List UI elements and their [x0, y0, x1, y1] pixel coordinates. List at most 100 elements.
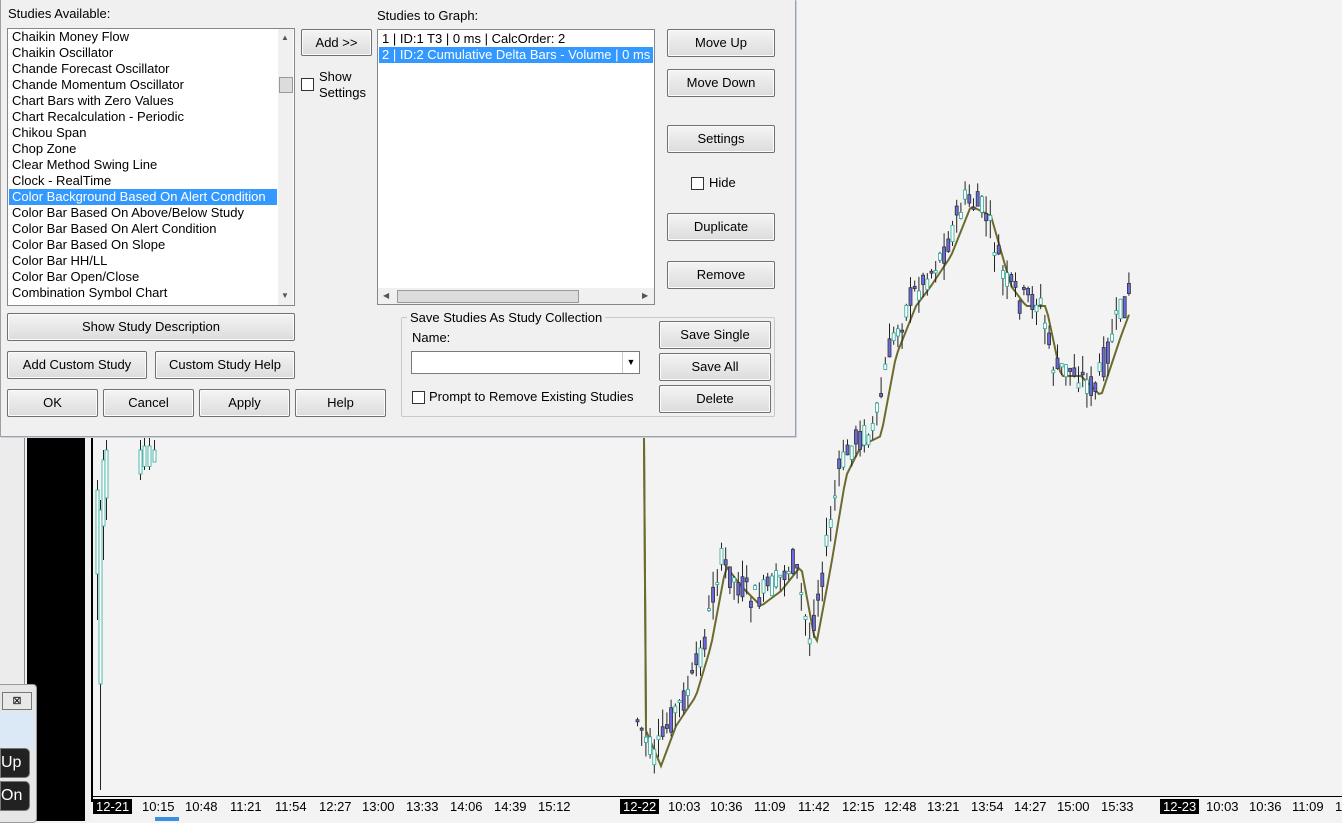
studies-to-graph-items: 1 | ID:1 T3 | 0 ms | CalcOrder: 22 | ID:…: [379, 31, 653, 63]
candle-body: [1118, 298, 1123, 320]
studies-to-graph-hscrollbar[interactable]: ◀ ▶: [378, 288, 654, 304]
candle-body: [971, 206, 976, 210]
cancel-button[interactable]: Cancel: [103, 389, 194, 417]
scroll-left-icon[interactable]: ◀: [383, 291, 389, 300]
candle-body: [1017, 300, 1022, 314]
add-custom-study-button[interactable]: Add Custom Study: [7, 351, 147, 379]
candle-body: [138, 449, 143, 475]
study-available-item[interactable]: Chande Momentum Oscillator: [9, 77, 277, 93]
candle-body: [749, 600, 753, 608]
study-available-item[interactable]: Color Bar Open/Close: [9, 269, 277, 285]
study-to-graph-item[interactable]: 1 | ID:1 T3 | 0 ms | CalcOrder: 2: [379, 31, 653, 47]
candle-body: [1076, 382, 1081, 389]
studies-to-graph-label: Studies to Graph:: [377, 8, 479, 23]
duplicate-button[interactable]: Duplicate: [667, 213, 775, 241]
studies-to-graph-list[interactable]: 1 | ID:1 T3 | 0 ms | CalcOrder: 22 | ID:…: [377, 29, 655, 305]
study-to-graph-item[interactable]: 2 | ID:2 Cumulative Delta Bars - Volume …: [379, 47, 653, 63]
scroll-thumb[interactable]: [279, 77, 293, 93]
candle-body: [1110, 333, 1114, 342]
candle-body: [959, 212, 963, 219]
close-icon[interactable]: ⊠: [2, 692, 32, 710]
candle-body: [669, 707, 673, 733]
scroll-right-icon[interactable]: ▶: [642, 291, 648, 300]
mini-up-button[interactable]: Up: [0, 748, 30, 778]
candle-body: [707, 608, 711, 612]
candle-body: [757, 597, 762, 607]
apply-button[interactable]: Apply: [199, 389, 290, 417]
studies-available-list[interactable]: Chaikin Money Flow Chaikin Oscillator Chan…: [7, 28, 295, 306]
candle-body: [975, 191, 980, 207]
hscroll-thumb[interactable]: [397, 290, 579, 303]
candle-body: [849, 445, 854, 460]
study-available-item[interactable]: Chande Forecast Oscillator: [9, 61, 277, 77]
scroll-up-icon[interactable]: ▲: [281, 33, 289, 42]
candle-body: [1026, 287, 1030, 296]
study-available-item[interactable]: Clear Method Swing Line: [9, 157, 277, 173]
settings-button[interactable]: Settings: [667, 125, 775, 153]
time-tick-label: 10:36: [1249, 799, 1282, 814]
candle-body: [1059, 363, 1064, 368]
studies-available-scrollbar[interactable]: ▲ ▼: [278, 29, 293, 305]
candle-body: [837, 458, 841, 469]
study-available-item[interactable]: Clock - RealTime: [9, 173, 277, 189]
time-tick-label: 11:09: [1292, 799, 1324, 814]
candle-body: [828, 519, 833, 528]
candle-body: [101, 459, 106, 527]
add-study-button[interactable]: Add >>: [301, 29, 372, 56]
candle-body: [104, 449, 109, 499]
candle-body: [950, 224, 955, 243]
remove-button[interactable]: Remove: [667, 261, 775, 289]
move-up-button[interactable]: Move Up: [667, 29, 775, 57]
delete-button[interactable]: Delete: [659, 385, 771, 413]
study-available-item[interactable]: Color Background Based On Alert Conditio…: [9, 189, 277, 205]
show-settings-checkbox[interactable]: [301, 78, 314, 91]
study-available-item[interactable]: Color Bar HH/LL: [9, 253, 277, 269]
save-collection-title: Save Studies As Study Collection: [407, 310, 606, 325]
study-available-item[interactable]: Color Bar Based On Above/Below Study: [9, 205, 277, 221]
candle-body: [95, 489, 100, 575]
candle-body: [891, 332, 896, 342]
candle-body: [719, 547, 724, 565]
candle-body: [786, 571, 791, 575]
collection-name-combobox[interactable]: ▼: [411, 351, 640, 374]
candle-body: [1030, 293, 1035, 310]
candle-body: [841, 451, 846, 468]
save-all-button[interactable]: Save All: [659, 353, 771, 381]
time-tick-label: 10:48: [185, 799, 218, 814]
time-tick-label: 14:39: [494, 799, 527, 814]
candle-body: [715, 582, 720, 585]
study-available-item[interactable]: Chikou Span: [9, 125, 277, 141]
date-tick-label: 12-23: [1160, 799, 1200, 814]
candle-body: [1038, 297, 1043, 305]
candle-body: [723, 559, 728, 566]
move-down-button[interactable]: Move Down: [667, 69, 775, 97]
mini-on-button[interactable]: On: [0, 781, 30, 811]
hide-checkbox[interactable]: [691, 177, 704, 190]
scroll-down-icon[interactable]: ▼: [281, 291, 289, 300]
time-axis-scroll-thumb[interactable]: [155, 817, 179, 821]
candle-body: [1097, 362, 1102, 372]
study-available-item[interactable]: Chaikin Money Flow: [9, 29, 277, 45]
study-available-item[interactable]: Chart Recalculation - Periodic: [9, 109, 277, 125]
study-available-item[interactable]: Combination Symbol Chart: [9, 285, 277, 301]
candle-body: [744, 577, 749, 583]
custom-study-help-button[interactable]: Custom Study Help: [155, 351, 295, 379]
study-available-item[interactable]: Color Bar Based On Slope: [9, 237, 277, 253]
candle-body: [1009, 274, 1014, 282]
study-available-item[interactable]: Chart Bars with Zero Values: [9, 93, 277, 109]
show-study-description-button[interactable]: Show Study Description: [7, 313, 295, 341]
candle-body: [732, 577, 736, 583]
candle-body: [677, 700, 682, 703]
prompt-remove-checkbox[interactable]: [412, 391, 425, 404]
study-available-item[interactable]: Chaikin Oscillator: [9, 45, 277, 61]
save-single-button[interactable]: Save Single: [659, 321, 771, 349]
candle-body: [908, 287, 913, 306]
ok-button[interactable]: OK: [7, 389, 98, 417]
candle-body: [1122, 296, 1127, 319]
candle-body: [954, 205, 959, 216]
candle-body: [1034, 304, 1039, 313]
study-available-item[interactable]: Chop Zone: [9, 141, 277, 157]
study-available-item[interactable]: Color Bar Based On Alert Condition: [9, 221, 277, 237]
help-button[interactable]: Help: [295, 389, 386, 417]
chevron-down-icon[interactable]: ▼: [622, 352, 639, 373]
